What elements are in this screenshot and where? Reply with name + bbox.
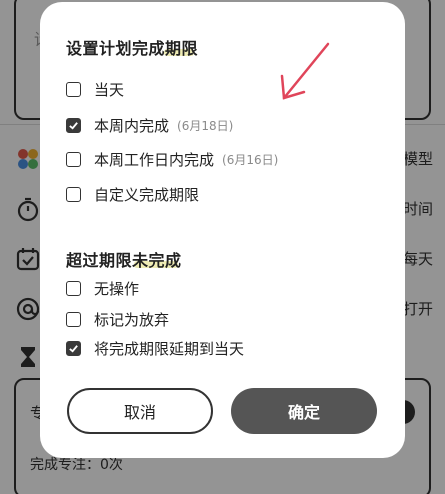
checkbox-checked[interactable] bbox=[66, 340, 81, 356]
option-date-hint: (6月16日) bbox=[222, 152, 279, 167]
checkbox[interactable] bbox=[66, 186, 81, 202]
checkbox-checked[interactable] bbox=[66, 117, 81, 133]
option-label: 本周工作日内完成 bbox=[94, 150, 215, 169]
option-this-workweek[interactable]: 本周工作日内完成 (6月16日) bbox=[66, 147, 278, 171]
confirm-button[interactable]: 确定 bbox=[231, 388, 377, 434]
cancel-button[interactable]: 取消 bbox=[67, 388, 213, 434]
option-mark-abandoned[interactable]: 标记为放弃 bbox=[66, 307, 169, 331]
dialog-title: 设置计划完成期限 bbox=[66, 39, 199, 58]
checkbox[interactable] bbox=[66, 81, 81, 97]
checkbox[interactable] bbox=[66, 311, 81, 327]
option-this-week[interactable]: 本周内完成 (6月18日) bbox=[66, 113, 233, 137]
option-today[interactable]: 当天 bbox=[66, 77, 124, 101]
option-date-hint: (6月18日) bbox=[177, 118, 234, 133]
annotation-arrow-icon bbox=[280, 42, 330, 100]
checkmark-icon bbox=[69, 121, 78, 130]
deadline-dialog: 设置计划完成期限 当天 本周内完成 (6月18日) 本周工作日内完成 (6月16… bbox=[40, 2, 405, 458]
option-label: 无操作 bbox=[94, 279, 140, 298]
option-custom[interactable]: 自定义完成期限 bbox=[66, 182, 199, 206]
option-postpone-today[interactable]: 将完成期限延期到当天 bbox=[66, 336, 244, 360]
checkbox[interactable] bbox=[66, 151, 81, 167]
option-label: 将完成期限延期到当天 bbox=[94, 339, 245, 358]
option-label: 本周内完成 bbox=[94, 116, 170, 135]
option-label: 当天 bbox=[94, 80, 125, 99]
option-label: 自定义完成期限 bbox=[94, 185, 200, 204]
option-label: 标记为放弃 bbox=[94, 310, 170, 329]
checkbox[interactable] bbox=[66, 280, 81, 296]
option-no-action[interactable]: 无操作 bbox=[66, 276, 139, 300]
checkmark-icon bbox=[69, 344, 78, 353]
overdue-title: 超过期限未完成 bbox=[66, 251, 182, 270]
